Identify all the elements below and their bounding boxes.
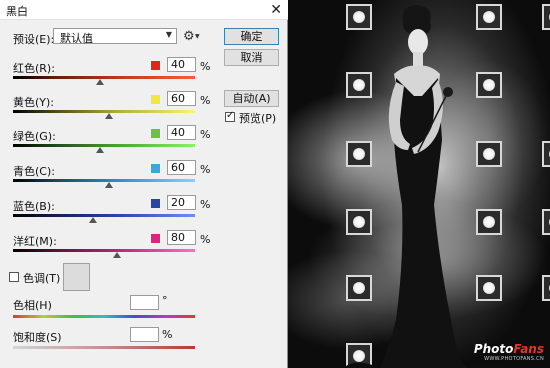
preset-dropdown[interactable]: 默认值 ▼: [53, 28, 177, 45]
preset-label: 预设(E):: [13, 33, 55, 46]
watermark-logo-a: Photo: [473, 342, 514, 356]
magenta-label: 洋红(M):: [13, 235, 57, 248]
ok-button[interactable]: 确定: [224, 28, 279, 45]
cancel-button[interactable]: 取消: [224, 49, 279, 66]
hue-unit: °: [162, 294, 168, 307]
watermark-logo: PhotoFans: [474, 342, 544, 356]
blue-slider-thumb[interactable]: [89, 217, 98, 223]
cyan-swatch: [151, 164, 160, 173]
cyan-value-input[interactable]: 60: [167, 160, 196, 175]
cyan-slider-thumb[interactable]: [105, 182, 114, 188]
watermark-url: WWW.PHOTOFANS.CN: [484, 356, 544, 362]
yellow-swatch: [151, 95, 160, 104]
magenta-swatch: [151, 234, 160, 243]
black-white-dialog: 黑白 ✕ 预设(E): 默认值 ▼ ⚙ ▼ 确定 取消 自动(A) ✓ 预览(P…: [0, 0, 288, 368]
magenta-value-input[interactable]: 80: [167, 230, 196, 245]
gear-menu-arrow-icon[interactable]: ▼: [195, 33, 200, 40]
cyan-label: 青色(C):: [13, 165, 55, 178]
magenta-unit: %: [200, 233, 211, 246]
red-slider-thumb[interactable]: [96, 79, 105, 85]
blue-swatch: [151, 199, 160, 208]
tint-checkbox[interactable]: [9, 272, 19, 282]
yellow-unit: %: [200, 94, 211, 107]
green-unit: %: [200, 128, 211, 141]
cyan-unit: %: [200, 163, 211, 176]
hue-value-input[interactable]: [130, 295, 159, 310]
red-unit: %: [200, 60, 211, 73]
model-figure: [346, 5, 506, 368]
blue-slider-track[interactable]: [13, 214, 195, 217]
tint-label: 色调(T): [23, 272, 61, 285]
red-value-input[interactable]: 40: [167, 57, 196, 72]
yellow-slider-thumb[interactable]: [105, 113, 114, 119]
preset-value: 默认值: [60, 32, 93, 45]
green-swatch: [151, 129, 160, 138]
close-icon[interactable]: ✕: [270, 1, 282, 19]
dialog-title: 黑白: [6, 5, 28, 18]
hue-slider-track[interactable]: [13, 315, 195, 318]
chevron-down-icon: ▼: [165, 30, 172, 39]
tint-color-swatch[interactable]: [63, 263, 90, 291]
saturation-label: 饱和度(S): [13, 331, 62, 344]
blue-label: 蓝色(B):: [13, 200, 55, 213]
magenta-slider-track[interactable]: [13, 249, 195, 252]
yellow-slider-track[interactable]: [13, 110, 195, 113]
dialog-titlebar: 黑白 ✕: [0, 0, 288, 20]
auto-button[interactable]: 自动(A): [224, 90, 279, 107]
yellow-label: 黄色(Y):: [13, 96, 55, 109]
gear-icon[interactable]: ⚙: [183, 29, 195, 44]
cyan-slider-track[interactable]: [13, 179, 195, 182]
green-slider-thumb[interactable]: [96, 147, 105, 153]
yellow-value-input[interactable]: 60: [167, 91, 196, 106]
blue-value-input[interactable]: 20: [167, 195, 196, 210]
watermark-logo-b: Fans: [513, 342, 544, 356]
magenta-slider-thumb[interactable]: [112, 252, 121, 258]
preview-checkbox[interactable]: ✓: [225, 110, 235, 122]
green-value-input[interactable]: 40: [167, 125, 196, 140]
hue-label: 色相(H): [13, 299, 52, 312]
watermark: PhotoFans WWW.PHOTOFANS.CN: [474, 342, 544, 362]
red-label: 红色(R):: [13, 62, 55, 75]
photo-preview: PhotoFans WWW.PHOTOFANS.CN: [288, 0, 550, 368]
saturation-value-input[interactable]: [130, 327, 159, 342]
blue-unit: %: [200, 198, 211, 211]
saturation-slider-track[interactable]: [13, 346, 195, 349]
green-label: 绿色(G):: [13, 130, 56, 143]
red-swatch: [151, 61, 160, 70]
preview-label: 预览(P): [239, 112, 277, 125]
saturation-unit: %: [162, 328, 173, 341]
checkmark-icon: ✓: [226, 110, 235, 121]
